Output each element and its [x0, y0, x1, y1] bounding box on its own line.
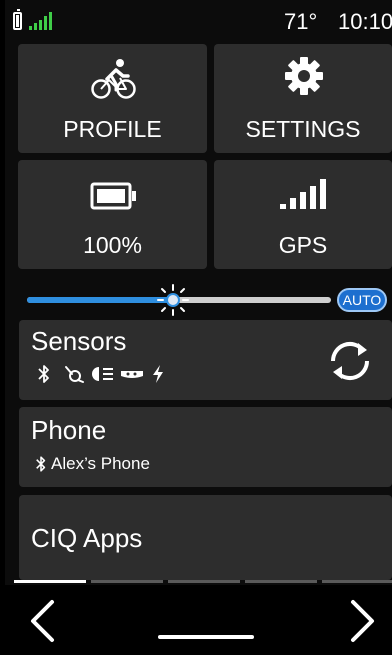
page-indicator-1	[14, 580, 86, 583]
gps-label: GPS	[278, 232, 328, 258]
sun-icon[interactable]	[156, 283, 190, 317]
device-battery-icon	[13, 9, 22, 30]
battery-tile[interactable]: 100%	[18, 160, 207, 269]
auto-brightness-button[interactable]: AUTO	[337, 288, 387, 312]
page-indicator-2	[91, 580, 163, 583]
page-indicator-5	[322, 580, 392, 583]
battery-percent-label: 100%	[83, 232, 142, 258]
gear-icon	[285, 57, 323, 95]
profile-tile[interactable]: PROFILE	[18, 44, 207, 153]
brightness-fill	[27, 297, 173, 303]
device-screen: 71° 10:10 PROFILE SETTINGS 100% GPS AUTO…	[5, 0, 392, 655]
profile-label: PROFILE	[63, 116, 162, 142]
power-icon	[153, 365, 163, 383]
chevron-left-icon[interactable]	[27, 599, 57, 643]
ciq-apps-title: CIQ Apps	[31, 523, 143, 553]
phone-title: Phone	[31, 415, 107, 445]
sync-icon[interactable]	[325, 336, 375, 386]
speed-sensor-icon	[65, 366, 84, 383]
battery-icon	[90, 182, 136, 210]
chevron-right-icon[interactable]	[348, 599, 378, 643]
ciq-apps-row[interactable]: CIQ Apps	[19, 495, 392, 580]
page-indicator-4	[245, 580, 317, 583]
phone-device-name: Alex’s Phone	[51, 454, 150, 473]
settings-label: SETTINGS	[245, 116, 361, 142]
temperature-readout: 71°	[284, 9, 318, 34]
phone-row[interactable]: Phone Alex’s Phone	[19, 407, 392, 487]
sensors-title: Sensors	[31, 326, 127, 356]
light-icon	[92, 367, 113, 381]
home-handle[interactable]	[158, 635, 254, 639]
sensors-row[interactable]: Sensors	[19, 320, 392, 400]
bluetooth-icon	[36, 456, 46, 472]
bluetooth-icon	[38, 365, 49, 383]
clock-readout: 10:10	[338, 9, 392, 34]
signal-bars-icon	[280, 179, 326, 209]
bottom-navigation	[5, 585, 392, 655]
gps-tile[interactable]: GPS	[214, 160, 392, 269]
status-bar: 71° 10:10	[5, 0, 392, 42]
settings-tile[interactable]: SETTINGS	[214, 44, 392, 153]
radar-icon	[121, 371, 143, 378]
page-indicator-3	[168, 580, 240, 583]
signal-strength-icon	[29, 12, 52, 30]
bicycle-rider-icon	[91, 59, 136, 99]
